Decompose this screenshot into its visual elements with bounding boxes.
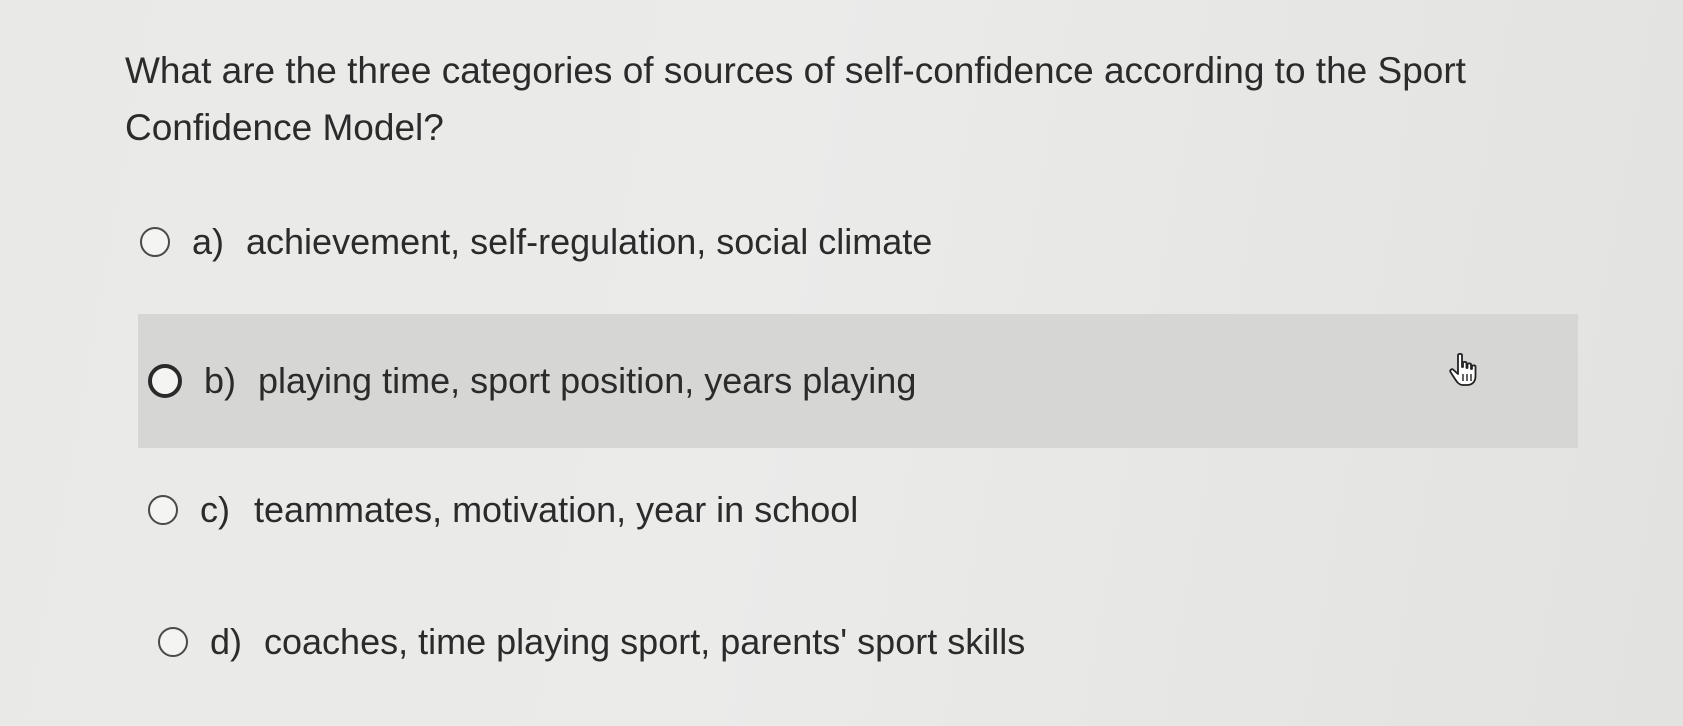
option-d-label: coaches, time playing sport, parents' sp…: [264, 621, 1026, 662]
radio-button-a[interactable]: [140, 227, 170, 257]
option-d-letter: d): [210, 621, 243, 662]
hand-pointer-icon: [1449, 352, 1477, 386]
option-a[interactable]: a) achievement, self-regulation, social …: [125, 175, 1575, 309]
option-d[interactable]: d) coaches, time playing sport, parents'…: [148, 575, 1578, 709]
option-c-letter: c): [200, 489, 230, 530]
option-a-letter: a): [192, 221, 225, 262]
option-a-label: achievement, self-regulation, social cli…: [246, 221, 933, 262]
option-b-letter: b): [204, 360, 237, 401]
option-b-label: playing time, sport position, years play…: [258, 360, 917, 401]
radio-button-d[interactable]: [158, 627, 188, 657]
option-c[interactable]: c) teammates, motivation, year in school: [138, 443, 1578, 577]
question-text: What are the three categories of sources…: [125, 50, 1466, 148]
radio-button-c[interactable]: [148, 495, 178, 525]
option-b[interactable]: b) playing time, sport position, years p…: [138, 314, 1578, 448]
radio-button-b[interactable]: [148, 364, 182, 398]
option-c-label: teammates, motivation, year in school: [254, 489, 859, 530]
